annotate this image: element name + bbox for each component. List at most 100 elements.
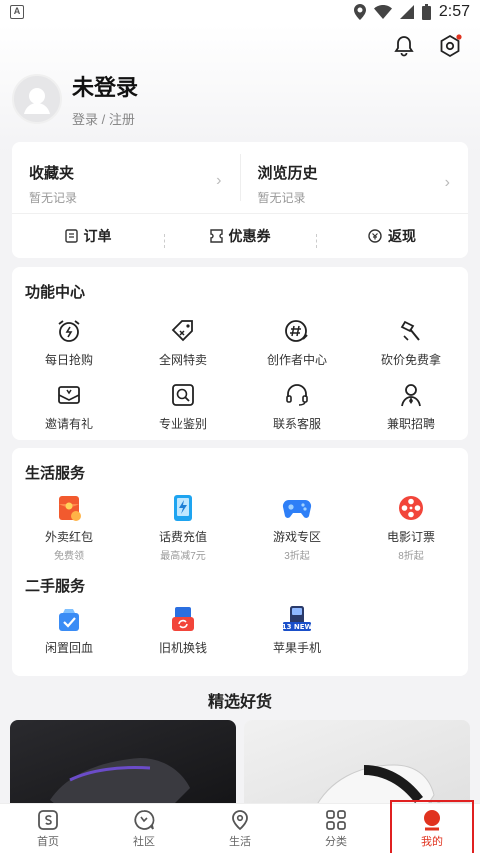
grid-label: 话费充值: [158, 530, 207, 544]
tag-icon: [168, 316, 198, 346]
cashback-icon: [368, 229, 382, 243]
grid-label: 闲置回血: [44, 641, 93, 655]
game-zone-item[interactable]: 游戏专区 3折起: [240, 493, 354, 569]
header-actions: [392, 34, 462, 58]
customer-service-item[interactable]: 联系客服: [240, 378, 354, 442]
creator-center-item[interactable]: 创作者中心: [240, 314, 354, 378]
grid-sublabel: 最高减7元: [160, 551, 206, 562]
invite-icon: [54, 380, 84, 410]
iphone-item[interactable]: 13 NEW 苹果手机: [240, 604, 354, 664]
daily-flash-sale-item[interactable]: 每日抢购: [12, 314, 126, 378]
recycle-icon: [54, 604, 84, 634]
history-status: 暂无记录: [257, 191, 306, 205]
clock: 2:57: [438, 3, 470, 20]
status-bar: A 2:57: [0, 0, 480, 24]
wifi-icon: [373, 5, 392, 19]
nav-category[interactable]: 分类: [288, 804, 384, 853]
history-title: 浏览历史: [257, 165, 318, 182]
appraise-item[interactable]: 专业鉴别: [126, 378, 240, 442]
movie-tickets-item[interactable]: 电影订票 8折起: [354, 493, 468, 569]
recruit-item[interactable]: 兼职招聘: [354, 378, 468, 442]
picks-title: 精选好货: [207, 694, 272, 711]
nav-label: 首页: [37, 836, 59, 848]
favorites-title: 收藏夹: [29, 165, 75, 182]
life-services-card: 生活服务 外卖红包 免费领 话费充值 最高减7元 游戏专区 3折起 电影订票 8…: [12, 448, 468, 676]
phone-recharge-icon: [168, 493, 198, 523]
nav-label: 我的: [421, 836, 443, 848]
chevron-right-icon: ›: [216, 172, 222, 189]
grid-label: 兼职招聘: [386, 417, 435, 431]
grid-label: 创作者中心: [266, 353, 327, 367]
grid-label: 游戏专区: [272, 530, 321, 544]
grid-sublabel: 8折起: [398, 551, 424, 562]
bargain-item[interactable]: 砍价免费拿: [354, 314, 468, 378]
function-center-card: 功能中心 每日抢购 全网特卖 创作者中心 砍价免费拿 邀请有礼 专业鉴别 联系客…: [12, 267, 468, 440]
community-icon: [132, 808, 156, 832]
cashback-label: 返现: [388, 228, 416, 244]
grid-label: 全网特卖: [158, 353, 207, 367]
appraise-icon: [168, 380, 198, 410]
favorites-status: 暂无记录: [29, 191, 78, 205]
order-icon: [64, 229, 78, 243]
trade-in-item[interactable]: 旧机换钱: [126, 604, 240, 664]
signal-icon: [399, 5, 414, 19]
headset-icon: [282, 380, 312, 410]
profile-header[interactable]: 未登录 登录 / 注册: [12, 70, 138, 128]
red-packet-icon: [54, 493, 84, 523]
orders-button[interactable]: 订单: [12, 226, 164, 246]
section-title: 二手服务: [25, 578, 86, 595]
grid-label: 苹果手机: [272, 641, 321, 655]
my-records-card: 收藏夹 暂无记录 › 浏览历史 暂无记录 › 订单 优惠券 返现: [12, 142, 468, 258]
grid-label: 邀请有礼: [44, 417, 93, 431]
coupon-icon: [209, 229, 223, 243]
nav-life[interactable]: 生活: [192, 804, 288, 853]
grid-label: 专业鉴别: [158, 417, 207, 431]
grid-label: 电影订票: [386, 530, 435, 544]
network-sale-item[interactable]: 全网特卖: [126, 314, 240, 378]
category-icon: [324, 808, 348, 832]
nav-label: 生活: [229, 836, 251, 848]
nav-home[interactable]: 首页: [0, 804, 96, 853]
iphone-icon: 13 NEW: [282, 604, 312, 634]
grid-label: 旧机换钱: [158, 641, 207, 655]
idle-recycle-item[interactable]: 闲置回血: [12, 604, 126, 664]
iphone-badge-text: 13 NEW: [282, 623, 312, 631]
cashback-button[interactable]: 返现: [316, 226, 468, 248]
nav-community[interactable]: 社区: [96, 804, 192, 853]
invite-item[interactable]: 邀请有礼: [12, 378, 126, 442]
trade-in-icon: [168, 604, 198, 634]
nav-label: 社区: [133, 836, 155, 848]
location-status-icon: [353, 4, 366, 20]
takeout-red-packet-item[interactable]: 外卖红包 免费领: [12, 493, 126, 569]
axe-icon: [396, 316, 426, 346]
orders-label: 订单: [83, 228, 112, 244]
notification-a-icon: A: [10, 5, 24, 19]
bell-icon[interactable]: [392, 34, 416, 58]
nav-mine[interactable]: 我的: [384, 800, 480, 853]
grid-label: 每日抢购: [44, 353, 93, 367]
section-title: 生活服务: [25, 465, 86, 482]
login-register-link[interactable]: 登录 / 注册: [72, 109, 138, 128]
grid-sublabel: 3折起: [284, 551, 310, 562]
recruit-icon: [396, 380, 426, 410]
battery-icon: [421, 4, 431, 20]
location-icon: [228, 808, 252, 832]
coupons-button[interactable]: 优惠券: [164, 226, 316, 248]
alarm-icon: [54, 316, 84, 346]
settings-icon[interactable]: [438, 34, 462, 58]
gamepad-icon: [282, 493, 312, 523]
grid-label: 砍价免费拿: [380, 353, 441, 367]
favorites-entry[interactable]: 收藏夹 暂无记录 ›: [12, 142, 240, 213]
bottom-nav: 首页 社区 生活 分类 我的: [0, 800, 480, 853]
hashtag-icon: [282, 316, 312, 346]
history-entry[interactable]: 浏览历史 暂无记录 ›: [239, 154, 469, 205]
grid-label: 外卖红包: [44, 530, 93, 544]
section-title: 功能中心: [25, 284, 86, 301]
phone-recharge-item[interactable]: 话费充值 最高减7元: [126, 493, 240, 569]
profile-icon: [420, 808, 444, 832]
film-reel-icon: [396, 493, 426, 523]
nav-label: 分类: [325, 836, 347, 848]
avatar[interactable]: [12, 74, 62, 124]
profile-name: 未登录: [72, 75, 139, 100]
chevron-right-icon: ›: [444, 174, 450, 191]
